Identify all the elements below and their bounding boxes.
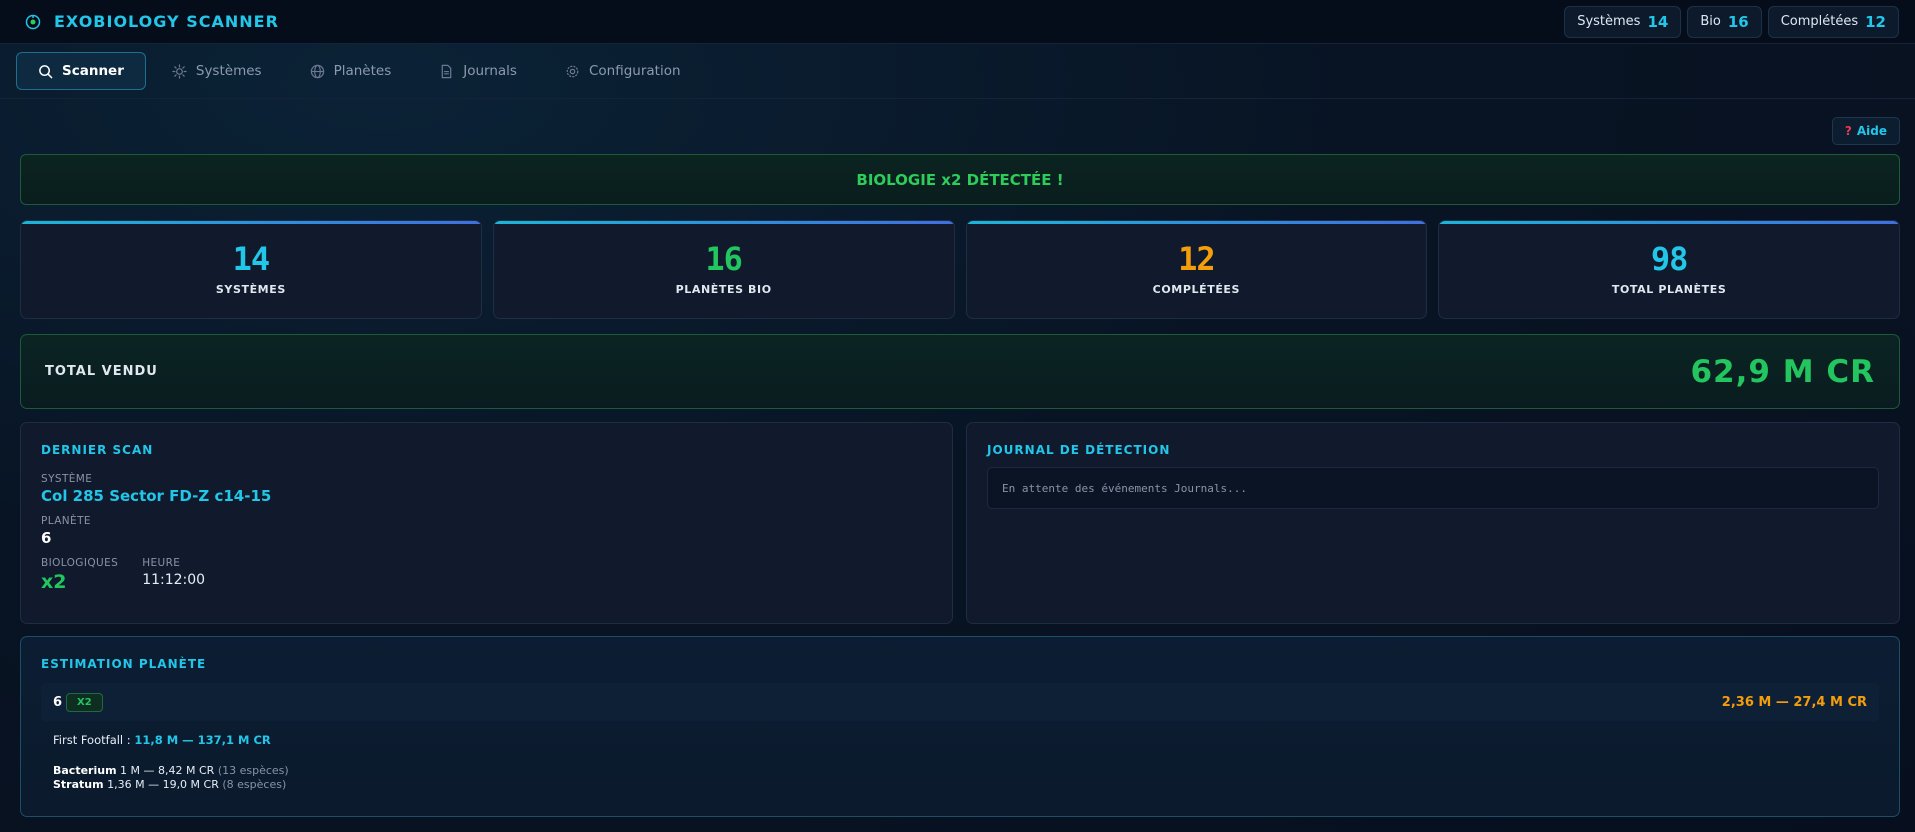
header-stat-label: Complétées xyxy=(1780,14,1859,29)
species-list: Bacterium 1 M — 8,42 M CR (13 espèces) S… xyxy=(53,764,1879,792)
last-scan-title: DERNIER SCAN xyxy=(41,443,154,457)
tab-label: Systèmes xyxy=(195,63,262,79)
total-sold-value: 62,9 M CR xyxy=(1690,353,1875,390)
header-stat-label: Systèmes xyxy=(1577,14,1641,29)
species-name: Stratum xyxy=(53,778,104,791)
sun-icon xyxy=(172,63,187,79)
stat-cards: 14 SYSTÈMES 16 PLANÈTES BIO 12 COMPLÉTÉE… xyxy=(20,220,1900,319)
tab-scanner[interactable]: Scanner xyxy=(16,52,146,90)
alert-text: BIOLOGIE x2 DÉTECTÉE ! xyxy=(856,170,1064,189)
system-label: SYSTÈME xyxy=(41,473,93,485)
header-stat-value: 16 xyxy=(1727,12,1749,31)
total-sold-panel: TOTAL VENDU 62,9 M CR xyxy=(20,334,1900,409)
first-footfall-value: 11,8 M — 137,1 M CR xyxy=(134,733,271,747)
header-stat-completed: Complétées 12 xyxy=(1767,5,1899,38)
planet-estimation-panel: ESTIMATION PLANÈTE 6 X2 2,36 M — 27,4 M … xyxy=(20,636,1900,817)
tab-configuration[interactable]: Configuration xyxy=(543,52,703,90)
species-count: (13 espèces) xyxy=(217,764,289,777)
biologicals-label: BIOLOGIQUES xyxy=(41,557,119,569)
header-stats: Systèmes 14 Bio 16 Complétées 12 xyxy=(1564,5,1899,38)
species-count: (8 espèces) xyxy=(222,778,287,791)
planet-label: PLANÈTE xyxy=(41,515,91,527)
tab-label: Configuration xyxy=(588,63,681,79)
header-stat-bio: Bio 16 xyxy=(1687,5,1762,38)
stat-card-label: SYSTÈMES xyxy=(215,283,286,296)
first-footfall: First Footfall : 11,8 M — 137,1 M CR xyxy=(53,733,1879,747)
detection-log-waiting: En attente des événements Journals... xyxy=(1002,481,1248,495)
estimation-title: ESTIMATION PLANÈTE xyxy=(41,657,207,671)
stat-card-value: 98 xyxy=(1650,240,1689,278)
estimation-planet: 6 xyxy=(53,694,63,710)
stat-card-label: COMPLÉTÉES xyxy=(1152,283,1241,296)
detection-log-box: En attente des événements Journals... xyxy=(987,467,1879,509)
stat-card-value: 12 xyxy=(1178,240,1216,278)
bio-detected-alert: BIOLOGIE x2 DÉTECTÉE ! xyxy=(20,154,1900,205)
question-icon: ? xyxy=(1844,124,1852,138)
header-stat-value: 12 xyxy=(1865,12,1886,31)
detection-log-title: JOURNAL DE DÉTECTION xyxy=(987,443,1171,457)
total-sold-label: TOTAL VENDU xyxy=(45,364,158,379)
time-value: 11:12:00 xyxy=(142,572,206,588)
globe-icon xyxy=(310,64,324,78)
main-nav: Scanner Systèmes Planètes Journals Confi… xyxy=(0,44,1915,99)
stat-card-completed: 12 COMPLÉTÉES xyxy=(965,220,1428,319)
header-stat-systems: Systèmes 14 xyxy=(1564,5,1682,38)
stat-card-label: TOTAL PLANÈTES xyxy=(1611,283,1727,296)
help-label: Aide xyxy=(1856,124,1887,138)
time-label: HEURE xyxy=(142,557,181,569)
detection-log-panel: JOURNAL DE DÉTECTION En attente des évén… xyxy=(966,422,1900,624)
system-name: Col 285 Sector FD-Z c14-15 xyxy=(41,487,272,505)
stat-card-systems: 14 SYSTÈMES xyxy=(20,220,482,319)
estimation-range: 2,36 M — 27,4 M CR xyxy=(1721,694,1867,710)
app-header: EXOBIOLOGY SCANNER Systèmes 14 Bio 16 Co… xyxy=(0,0,1915,44)
bio-count-badge: X2 xyxy=(66,692,103,712)
species-range: 1,36 M — 19,0 M CR xyxy=(107,778,219,791)
first-footfall-label: First Footfall : xyxy=(53,733,131,747)
tab-label: Journals xyxy=(463,63,517,79)
tab-label: Planètes xyxy=(333,63,392,79)
stat-card-value: 16 xyxy=(705,240,743,278)
last-scan-panel: DERNIER SCAN SYSTÈME Col 285 Sector FD-Z… xyxy=(20,422,953,624)
stat-card-bio-planets: 16 PLANÈTES BIO xyxy=(492,220,955,319)
help-button[interactable]: ? Aide xyxy=(1831,117,1900,145)
search-icon xyxy=(39,64,53,78)
stat-card-value: 14 xyxy=(232,240,271,278)
app-title: EXOBIOLOGY SCANNER xyxy=(54,12,279,31)
species-range: 1 M — 8,42 M CR xyxy=(120,764,215,777)
tab-planets[interactable]: Planètes xyxy=(288,52,414,90)
list-item: Bacterium 1 M — 8,42 M CR (13 espèces) xyxy=(53,764,1879,778)
list-item: Stratum 1,36 M — 19,0 M CR (8 espèces) xyxy=(53,778,1879,792)
tab-systems[interactable]: Systèmes xyxy=(150,52,284,90)
estimation-row: 6 X2 2,36 M — 27,4 M CR xyxy=(41,683,1879,721)
scanner-logo-icon xyxy=(24,13,42,31)
stat-card-total-planets: 98 TOTAL PLANÈTES xyxy=(1438,220,1900,319)
gear-icon xyxy=(566,65,579,77)
tab-journals[interactable]: Journals xyxy=(417,52,539,90)
stat-card-label: PLANÈTES BIO xyxy=(675,283,772,296)
planet-value: 6 xyxy=(41,529,52,547)
header-stat-label: Bio xyxy=(1700,14,1721,29)
header-stat-value: 14 xyxy=(1647,12,1669,31)
document-icon xyxy=(441,64,452,78)
brand: EXOBIOLOGY SCANNER xyxy=(24,12,279,31)
species-name: Bacterium xyxy=(53,764,117,777)
biologicals-value: x2 xyxy=(41,571,67,593)
tab-label: Scanner xyxy=(62,63,124,79)
